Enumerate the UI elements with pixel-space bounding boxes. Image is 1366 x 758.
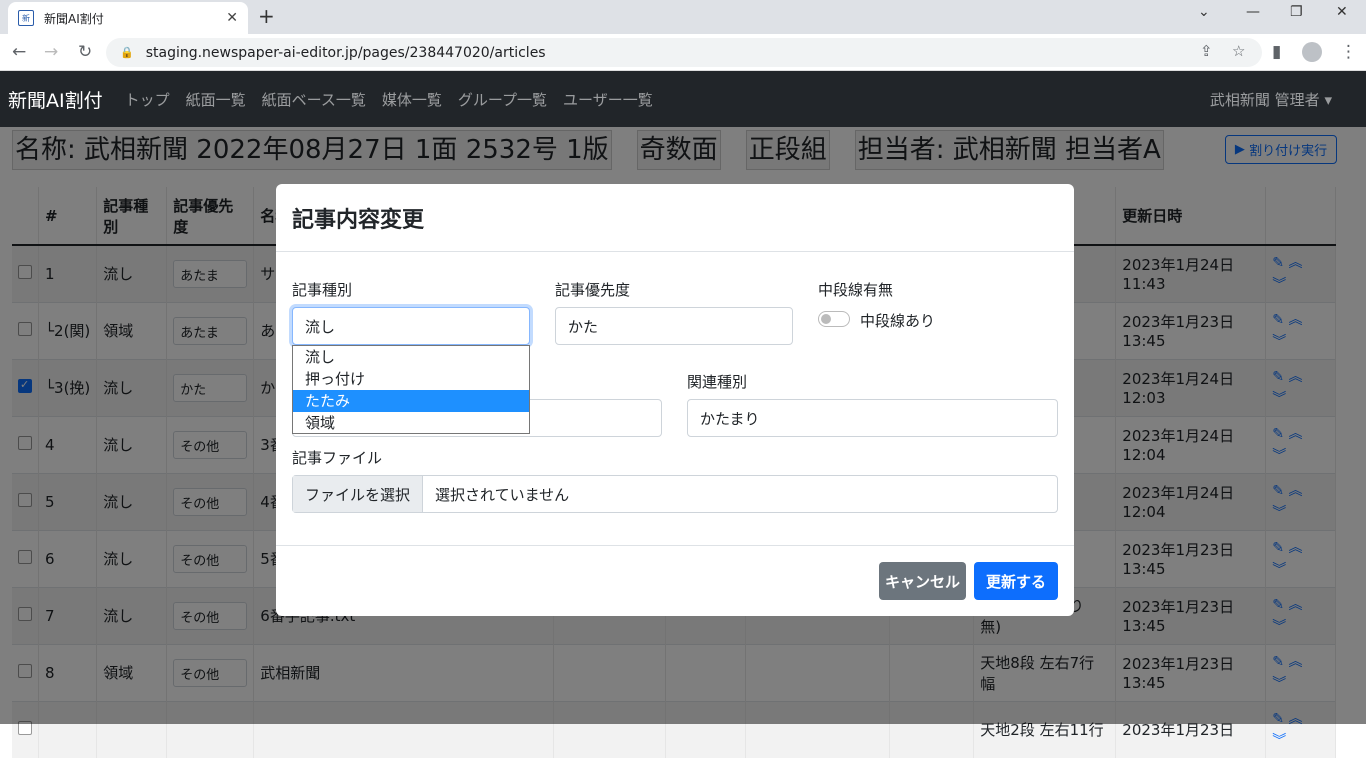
share-icon[interactable]: ⇪ (1200, 42, 1213, 60)
relation-type-select[interactable]: かたまり (687, 399, 1058, 437)
restore-icon[interactable]: ❐ (1290, 4, 1303, 20)
minimize-icon[interactable]: — (1246, 4, 1260, 20)
favicon-icon: 新 (18, 10, 34, 26)
option-tatami[interactable]: たたみ (293, 390, 529, 412)
midline-toggle-label: 中段線あり (860, 312, 936, 330)
article-type-select[interactable]: 流し (292, 307, 530, 345)
article-priority-select[interactable]: かた (555, 307, 793, 345)
article-priority-label: 記事優先度 (555, 281, 631, 299)
nav-top[interactable]: トップ (125, 89, 170, 110)
sidepanel-icon[interactable]: ▮ (1272, 42, 1281, 62)
lock-icon: 🔒 (120, 46, 134, 59)
file-status: 選択されていません (435, 486, 570, 504)
user-name: 武相新聞 管理者 (1209, 91, 1320, 109)
submit-button[interactable]: 更新する (974, 562, 1058, 600)
midline-toggle[interactable] (818, 311, 850, 327)
browser-tab[interactable]: 新 新聞AI割付 ✕ (8, 2, 248, 34)
option-ryoiki[interactable]: 領域 (293, 412, 529, 434)
forward-icon[interactable]: → (44, 42, 58, 62)
article-type-label: 記事種別 (292, 281, 353, 299)
nav-page-bases[interactable]: 紙面ベース一覧 (262, 89, 366, 110)
choose-file-button[interactable]: ファイルを選択 (293, 476, 424, 512)
profile-avatar[interactable] (1302, 42, 1322, 62)
address-bar: ← → ↻ 🔒 staging.newspaper-ai-editor.jp/p… (0, 34, 1366, 71)
app-navbar: 新聞AI割付 トップ 紙面一覧 紙面ベース一覧 媒体一覧 グループ一覧 ユーザー… (0, 71, 1366, 127)
nav-users[interactable]: ユーザー一覧 (563, 89, 653, 110)
tab-title: 新聞AI割付 (44, 11, 104, 26)
move-down-icon[interactable]: ︾ (1272, 733, 1286, 749)
back-icon[interactable]: ← (12, 42, 26, 62)
article-type-dropdown: 流し 押っ付け たたみ 領域 (292, 345, 530, 434)
new-tab-icon[interactable]: + (258, 4, 275, 28)
bookmark-star-icon[interactable]: ☆ (1232, 42, 1245, 60)
midline-label: 中段線有無 (818, 281, 894, 299)
close-tab-icon[interactable]: ✕ (226, 10, 238, 26)
caret-down-icon: ▾ (1324, 91, 1332, 109)
url-box[interactable]: 🔒 staging.newspaper-ai-editor.jp/pages/2… (106, 38, 1262, 67)
option-nagashi[interactable]: 流し (293, 346, 529, 368)
url-text: staging.newspaper-ai-editor.jp/pages/238… (145, 44, 546, 61)
article-file-label: 記事ファイル (292, 449, 383, 467)
modal-footer (276, 545, 1074, 546)
nav-media[interactable]: 媒体一覧 (382, 89, 442, 110)
modal-header: 記事内容変更 (276, 184, 1074, 252)
browser-menu-icon[interactable]: ⋮ (1340, 42, 1357, 62)
browser-tabbar: 新 新聞AI割付 ✕ + ⌄ — ❐ ✕ (0, 0, 1366, 34)
reload-icon[interactable]: ↻ (78, 42, 92, 62)
relation-type-label: 関連種別 (687, 373, 748, 391)
window-close-icon[interactable]: ✕ (1336, 4, 1348, 20)
modal-title: 記事内容変更 (292, 208, 425, 233)
tab-search-icon[interactable]: ⌄ (1198, 4, 1210, 20)
user-menu[interactable]: 武相新聞 管理者 ▾ (1210, 89, 1332, 110)
article-file-input[interactable]: ファイルを選択 選択されていません (292, 475, 1058, 513)
brand[interactable]: 新聞AI割付 (8, 86, 103, 113)
nav-groups[interactable]: グループ一覧 (458, 89, 547, 110)
cancel-button[interactable]: キャンセル (879, 562, 966, 600)
option-oshitsuke[interactable]: 押っ付け (293, 368, 529, 390)
nav-pages[interactable]: 紙面一覧 (186, 89, 246, 110)
